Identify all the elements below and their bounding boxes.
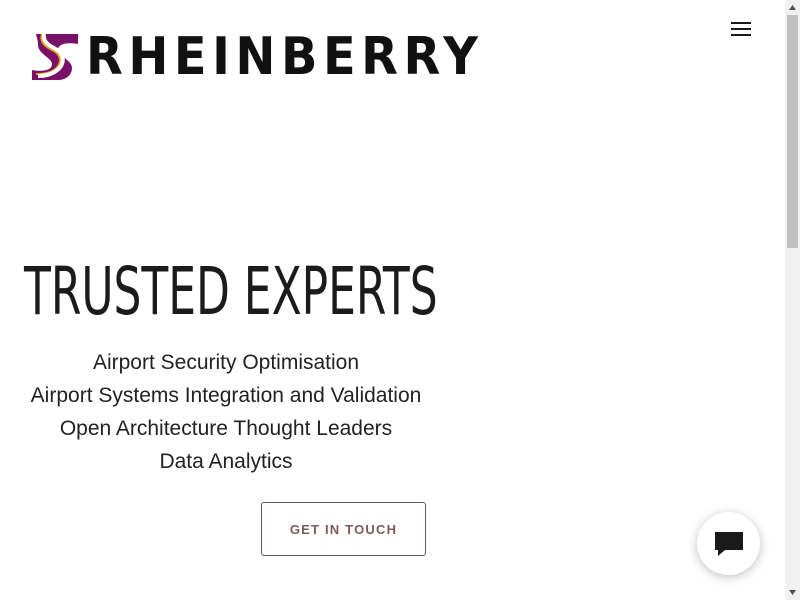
service-item: Airport Systems Integration and Validati…	[30, 384, 422, 407]
services-list: Airport Security Optimisation Airport Sy…	[16, 346, 436, 478]
service-item: Open Architecture Thought Leaders	[59, 417, 393, 440]
menu-button[interactable]	[728, 16, 754, 42]
get-in-touch-button[interactable]: GET IN TOUCH	[261, 502, 426, 556]
hamburger-menu-icon	[731, 22, 751, 36]
rheinberry-logo-mark-icon	[32, 34, 78, 80]
hero-title: TRUSTED EXPERTS	[24, 253, 438, 330]
vertical-scrollbar[interactable]	[785, 0, 800, 600]
scrollbar-thumb[interactable]	[787, 15, 798, 248]
page: RHEINBERRY TRUSTED EXPERTS Airport Secur…	[0, 0, 785, 600]
chat-bubble-icon	[714, 531, 743, 556]
service-item: Airport Security Optimisation	[92, 351, 360, 374]
chat-button[interactable]	[697, 512, 760, 575]
scroll-down-arrow-icon[interactable]	[785, 585, 800, 600]
service-item: Data Analytics	[159, 450, 293, 473]
scroll-up-arrow-icon[interactable]	[785, 0, 800, 15]
logo-wordmark: RHEINBERRY	[86, 27, 484, 87]
site-logo[interactable]: RHEINBERRY	[32, 27, 518, 87]
